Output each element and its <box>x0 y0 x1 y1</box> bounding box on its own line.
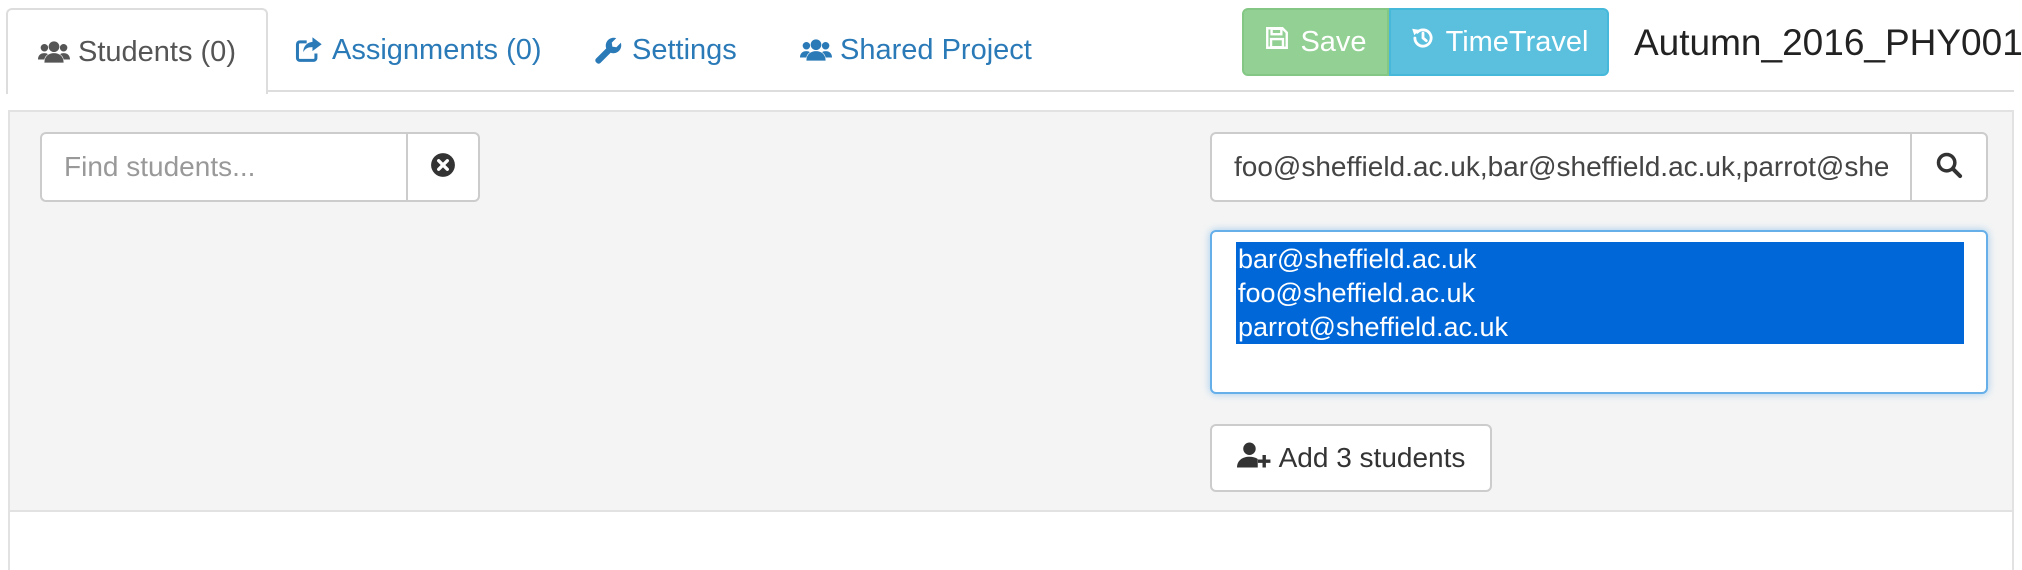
search-icon <box>1935 151 1963 184</box>
find-students-input[interactable] <box>40 132 406 202</box>
add-students-search-input[interactable] <box>1210 132 1910 202</box>
student-results-select[interactable]: bar@sheffield.ac.uk foo@sheffield.ac.uk … <box>1210 230 1988 394</box>
top-bar: Students (0) Assignments (0) Settings Sh… <box>0 0 2022 94</box>
search-button[interactable] <box>1910 132 1988 202</box>
save-button-group: Save TimeTravel <box>1242 8 1609 76</box>
wrench-icon <box>594 35 624 65</box>
tab-assignments-label: Assignments (0) <box>332 33 542 66</box>
user-plus-icon <box>1236 440 1271 477</box>
add-students-button-label: Add 3 students <box>1278 442 1466 473</box>
share-square-icon <box>294 35 324 65</box>
floppy-disk-icon <box>1264 25 1290 59</box>
student-option[interactable]: bar@sheffield.ac.uk <box>1236 242 1964 276</box>
add-students-search-group <box>1210 132 1988 202</box>
timetravel-button[interactable]: TimeTravel <box>1389 8 1609 76</box>
times-circle-icon <box>430 152 456 183</box>
tab-shared-project-label: Shared Project <box>840 33 1032 66</box>
students-panel: bar@sheffield.ac.uk foo@sheffield.ac.uk … <box>8 110 2014 512</box>
save-button[interactable]: Save <box>1242 8 1389 76</box>
history-icon <box>1410 25 1436 59</box>
student-option[interactable]: foo@sheffield.ac.uk <box>1236 276 1964 310</box>
course-title: Autumn_2016_PHY001 <box>1634 22 2022 63</box>
tab-shared-project[interactable]: Shared Project <box>800 8 1032 92</box>
timetravel-button-label: TimeTravel <box>1445 25 1589 58</box>
panel-footer <box>8 512 2014 570</box>
tab-settings[interactable]: Settings <box>594 8 737 92</box>
users-icon <box>38 39 70 65</box>
save-button-label: Save <box>1300 25 1367 58</box>
find-students-group <box>40 132 480 202</box>
student-option[interactable]: parrot@sheffield.ac.uk <box>1236 310 1964 344</box>
tab-students[interactable]: Students (0) <box>6 8 268 94</box>
clear-search-button[interactable] <box>406 132 480 202</box>
add-students-button[interactable]: Add 3 students <box>1210 424 1492 492</box>
tab-assignments[interactable]: Assignments (0) <box>294 8 542 92</box>
tab-students-label: Students (0) <box>78 35 236 68</box>
tab-settings-label: Settings <box>632 33 737 66</box>
users-icon <box>800 37 832 63</box>
